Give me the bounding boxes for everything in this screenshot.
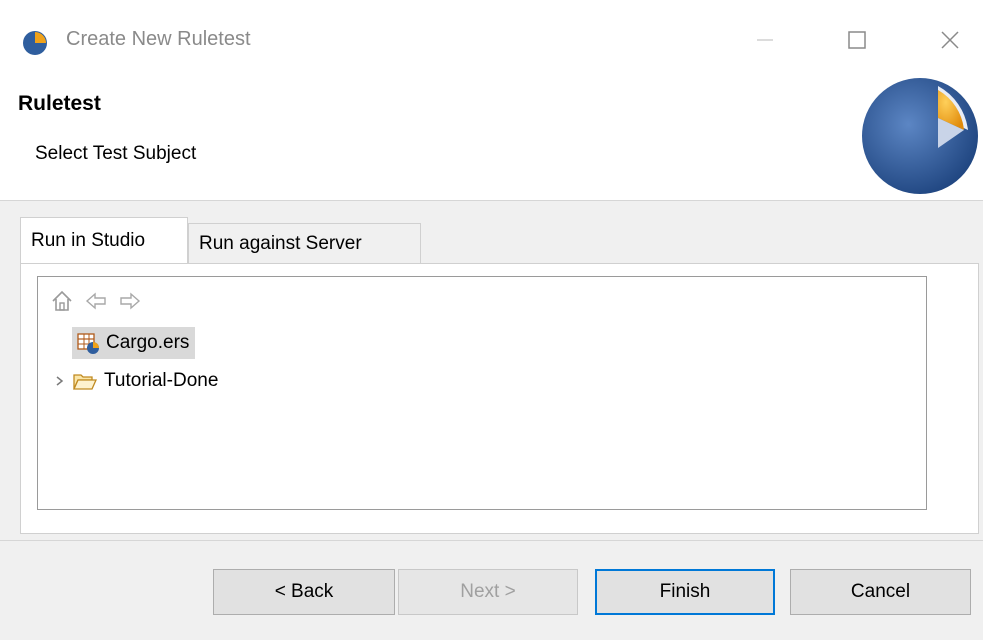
back-button[interactable]: < Back [213,569,395,615]
tab-panel: Cargo.ers Tutorial-Done [20,263,979,534]
title-bar: Create New Ruletest [0,0,983,78]
next-button[interactable]: Next > [398,569,578,615]
finish-button[interactable]: Finish [595,569,775,615]
maximize-button[interactable] [827,18,887,62]
cancel-button[interactable]: Cancel [790,569,971,615]
close-button[interactable] [920,18,980,62]
tab-run-in-studio[interactable]: Run in Studio [20,217,188,264]
chevron-right-icon[interactable] [52,369,68,393]
tree-item-selection: Cargo.ers [72,327,196,359]
minimize-button[interactable] [735,18,795,62]
window-title: Create New Ruletest [66,28,251,50]
wizard-header: Ruletest Select Test Subject [0,78,983,201]
home-icon[interactable] [50,289,74,313]
back-arrow-icon[interactable] [84,289,108,313]
maximize-icon [848,31,866,49]
folder-icon [72,374,98,390]
page-title: Ruletest [18,92,101,115]
tree-item-label: Cargo.ers [106,332,190,353]
minimize-icon [757,39,773,41]
close-icon [941,31,959,49]
forward-arrow-icon[interactable] [118,289,142,313]
footer-separator [0,540,983,541]
rulesheet-file-icon [77,333,99,354]
tree-item-label: Tutorial-Done [104,370,219,391]
tree-item-tutorial-done[interactable]: Tutorial-Done [52,365,218,397]
tree-item-cargo[interactable]: Cargo.ers [72,327,196,359]
tab-run-against-server[interactable]: Run against Server [188,223,421,264]
wizard-logo-icon [862,78,978,194]
app-icon [23,31,47,55]
tree-view[interactable]: Cargo.ers Tutorial-Done [37,276,927,510]
page-subtitle: Select Test Subject [35,143,197,164]
